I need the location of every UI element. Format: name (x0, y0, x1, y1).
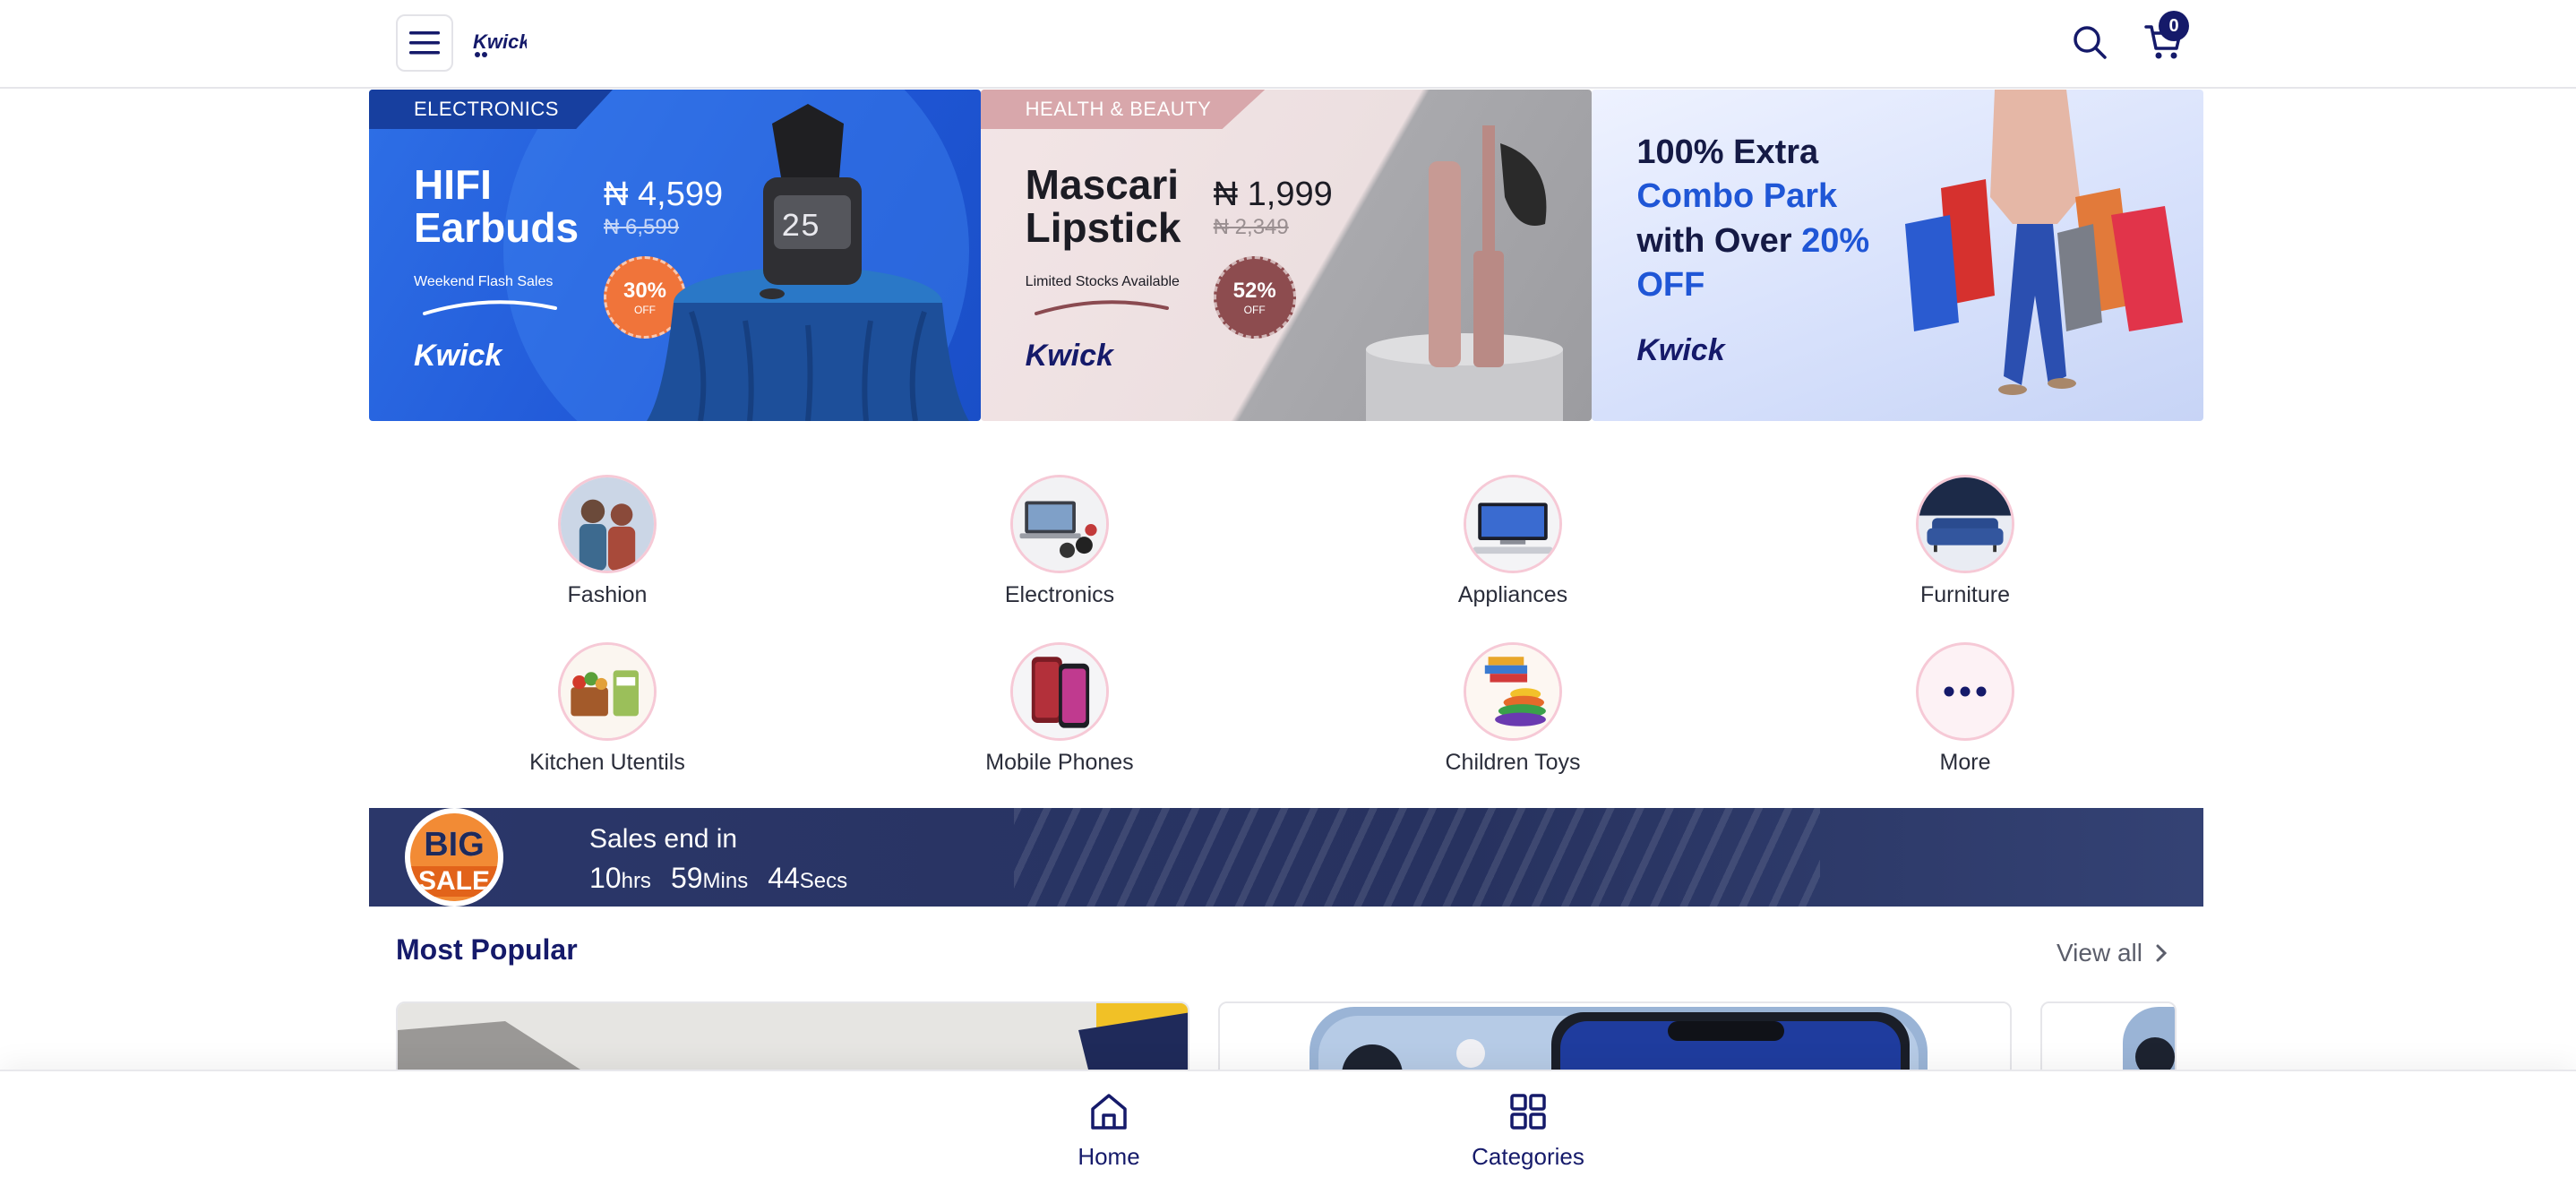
timer-secs: 44 (768, 862, 800, 894)
view-all-label: View all (2057, 939, 2142, 967)
view-all-link[interactable]: View all (2057, 939, 2168, 967)
big-sale-big: BIG (424, 826, 485, 864)
banner-logo: Kwick (1636, 333, 1725, 367)
chevron-right-icon (2156, 944, 2168, 962)
banner-combo-park[interactable]: 100% Extra Combo Park with Over 20% OFF … (1592, 90, 2204, 421)
bottom-navigation: Home Categories (0, 1070, 2576, 1186)
timer-mins-unit: Mins (702, 869, 749, 893)
banner-combo-line2: Combo Park (1636, 177, 1838, 216)
shopper-product-image (1905, 90, 2184, 395)
discount-percent: 52% (1232, 279, 1276, 303)
category-label: Furniture (1919, 582, 2011, 607)
banner-combo-text: 100% Extra Combo Park with Over 20% OFF (1636, 131, 1869, 308)
mobile-phones-category-icon (1010, 642, 1109, 741)
discount-off: OFF (1243, 304, 1266, 316)
category-furniture[interactable]: Furniture (1831, 475, 2099, 608)
earbuds-product-image: 25 (647, 104, 969, 421)
banner-subtitle: Limited Stocks Available (1025, 274, 1180, 289)
banner-combo-line3a: with Over (1636, 221, 1802, 260)
banner-logo: Kwick (414, 339, 502, 373)
banner-swoosh (423, 300, 557, 315)
banner-old-price: ₦ 2,349 (1213, 215, 1289, 239)
electronics-category-icon (1010, 475, 1109, 573)
category-label: Electronics (1004, 582, 1115, 607)
banner-health-beauty[interactable]: HEALTH & BEAUTY Mascari Lipstick ₦ 1,999… (980, 90, 1593, 421)
svg-text:Kwick: Kwick (473, 30, 527, 53)
banner-combo-line1: 100% Extra (1636, 133, 1819, 171)
category-more[interactable]: More (1831, 642, 2099, 776)
timer-secs-unit: Secs (799, 869, 848, 893)
fashion-category-icon (558, 475, 657, 573)
banner-title-line2: Earbuds (414, 204, 580, 252)
kwick-logo[interactable]: Kwick (473, 27, 531, 59)
banner-subtitle: Weekend Flash Sales (414, 274, 554, 289)
top-header: Kwick 0 (0, 0, 2576, 89)
category-label: Children Toys (1445, 750, 1581, 775)
nav-home[interactable]: Home (1019, 1091, 1198, 1171)
nav-home-label: Home (1078, 1143, 1140, 1170)
category-label: Mobile Phones (985, 750, 1134, 775)
furniture-category-icon (1916, 475, 2014, 573)
appliances-category-icon (1464, 475, 1562, 573)
mascara-product-image (1365, 125, 1563, 421)
cart-count-badge: 0 (2159, 11, 2189, 41)
grid-icon (1510, 1094, 1546, 1130)
category-label: Kitchen Utentils (529, 750, 685, 775)
flash-sale-banner[interactable]: BIG SALE Sales end in 10hrs 59Mins 44Sec… (369, 808, 2203, 907)
kitchen-category-icon (558, 642, 657, 741)
banner-electronics[interactable]: ELECTRONICS HIFI Earbuds ₦ 4,599 ₦ 6,599… (369, 90, 981, 421)
svg-text:25: 25 (781, 209, 820, 245)
menu-button[interactable] (396, 14, 453, 72)
promo-banner-carousel: ELECTRONICS HIFI Earbuds ₦ 4,599 ₦ 6,599… (369, 90, 2204, 421)
search-button[interactable] (2071, 23, 2110, 63)
banner-combo-line4: OFF (1636, 266, 1705, 305)
nav-categories-label: Categories (1472, 1143, 1584, 1170)
banner-swoosh (1034, 300, 1169, 315)
category-mobile-phones[interactable]: Mobile Phones (925, 642, 1194, 776)
banner-title-line2: Lipstick (1025, 204, 1181, 252)
banner-tag: HEALTH & BEAUTY (980, 90, 1266, 129)
category-electronics[interactable]: Electronics (925, 475, 1194, 608)
menu-icon (409, 31, 440, 55)
banner-title: Mascari Lipstick (1026, 163, 1181, 250)
timer-hours-unit: hrs (621, 869, 651, 893)
banner-title: HIFI Earbuds (414, 163, 579, 250)
banner-price: ₦ 1,999 (1213, 176, 1333, 213)
timer-hours: 10 (589, 862, 622, 894)
banner-logo: Kwick (1025, 339, 1113, 373)
big-sale-sale: SALE (410, 866, 498, 897)
children-toys-category-icon (1464, 642, 1562, 741)
more-dots-icon (1916, 642, 2014, 741)
most-popular-title: Most Popular (396, 933, 578, 966)
banner-tag: ELECTRONICS (369, 90, 613, 129)
discount-badge: 52% OFF (1213, 256, 1296, 339)
category-label: Fashion (567, 582, 648, 607)
banner-title-line1: HIFI (414, 161, 492, 208)
category-label: More (1939, 750, 1991, 775)
category-appliances[interactable]: Appliances (1378, 475, 1647, 608)
timer-mins: 59 (670, 862, 703, 894)
search-icon (2074, 26, 2107, 59)
category-label: Appliances (1457, 582, 1568, 607)
category-fashion[interactable]: Fashion (473, 475, 742, 608)
banner-combo-line3b: 20% (1801, 221, 1870, 260)
home-icon (1091, 1094, 1127, 1130)
banner-title-line1: Mascari (1025, 161, 1180, 208)
category-children-toys[interactable]: Children Toys (1378, 642, 1647, 776)
big-sale-badge: BIG SALE (405, 808, 503, 907)
countdown-timer: 10hrs 59Mins 44Secs (589, 862, 847, 895)
sale-decoration (1014, 808, 1820, 907)
nav-categories[interactable]: Categories (1438, 1091, 1618, 1171)
category-kitchen-utentils[interactable]: Kitchen Utentils (473, 642, 742, 776)
sale-end-label: Sales end in (589, 824, 738, 854)
